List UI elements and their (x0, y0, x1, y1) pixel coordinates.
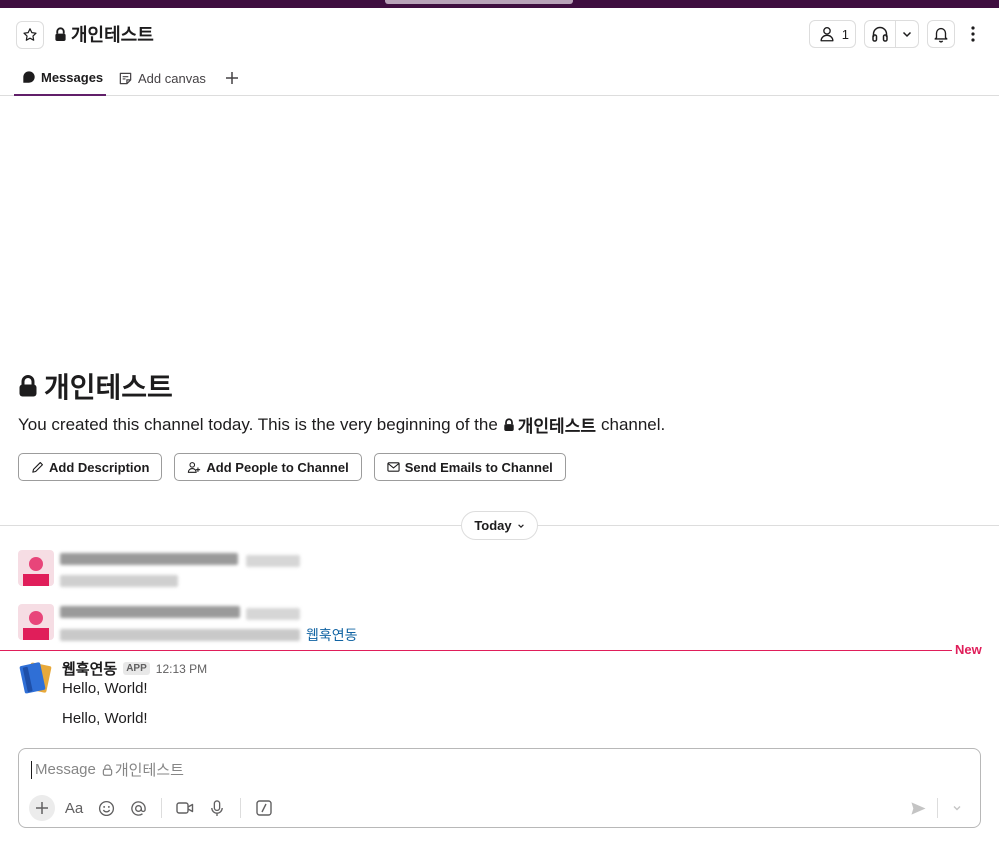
chevron-down-icon (953, 806, 961, 811)
plus-icon (226, 72, 238, 84)
mention-button[interactable] (125, 795, 151, 821)
day-divider-button[interactable]: Today (461, 511, 538, 540)
new-messages-label: New (955, 642, 982, 657)
microphone-icon (211, 799, 223, 816)
channel-title[interactable]: 개인테스트 (54, 22, 154, 46)
message-bubble-icon (23, 71, 35, 83)
composer-toolbar: Aa (29, 795, 277, 821)
channel-intro: 개인테스트 You created this channel today. Th… (18, 368, 665, 481)
intro-title: 개인테스트 (18, 368, 665, 404)
headphones-icon (872, 26, 888, 42)
channel-tabs: Messages Add canvas (0, 60, 999, 96)
add-description-button[interactable]: Add Description (18, 453, 163, 481)
book-app-icon (19, 662, 52, 694)
channel-header: 개인테스트 1 (0, 8, 999, 60)
blurred-avatar-icon (18, 604, 54, 640)
add-people-button[interactable]: Add People to Channel (174, 453, 362, 481)
tab-add-canvas[interactable]: Add canvas (118, 60, 206, 96)
app-badge: APP (123, 662, 150, 675)
send-icon (910, 801, 926, 815)
avatar[interactable] (18, 660, 54, 696)
new-messages-divider (0, 650, 952, 651)
formatting-icon: Aa (64, 799, 84, 817)
intro-channel-mention[interactable]: 개인테스트 (503, 412, 596, 437)
chevron-down-icon (517, 523, 524, 528)
more-options-button[interactable] (963, 20, 983, 48)
audio-clip-button[interactable] (204, 795, 230, 821)
notifications-button[interactable] (927, 20, 955, 48)
star-channel-button[interactable] (16, 21, 44, 49)
intro-channel-name: 개인테스트 (44, 372, 173, 403)
window-top-bar (0, 0, 999, 8)
person-icon (820, 27, 834, 42)
send-emails-button[interactable]: Send Emails to Channel (373, 453, 566, 481)
text-caret (31, 760, 32, 779)
bell-icon (934, 27, 948, 43)
video-icon (176, 802, 194, 814)
message-composer: Message 개인테스트 Aa (18, 748, 981, 828)
lock-icon (19, 375, 37, 397)
add-tab-button[interactable] (222, 60, 242, 96)
lock-icon (504, 417, 514, 431)
message-text: Hello, World! (62, 710, 148, 727)
message-text: Hello, World! (62, 680, 148, 697)
emoji-button[interactable] (93, 795, 119, 821)
blurred-link[interactable]: 웹훅연동 (306, 625, 358, 645)
emoji-icon (98, 800, 114, 816)
member-count: 1 (841, 26, 849, 42)
canvas-icon (119, 72, 132, 84)
chevron-down-icon (902, 31, 912, 38)
avatar (18, 604, 54, 640)
blurred-avatar-icon (18, 550, 54, 586)
message-input[interactable]: Message 개인테스트 (31, 759, 184, 780)
plus-icon (36, 802, 48, 814)
members-button[interactable]: 1 (808, 20, 856, 48)
huddle-button-group (864, 20, 919, 48)
slash-command-button[interactable] (251, 795, 277, 821)
tab-label: Messages (41, 69, 104, 85)
sender-name[interactable]: 웹훅연동 (62, 658, 117, 679)
kebab-menu-icon (971, 26, 975, 42)
tab-messages[interactable]: Messages (14, 60, 106, 96)
huddle-button[interactable] (865, 21, 895, 47)
send-controls (905, 795, 970, 821)
add-person-icon (188, 461, 201, 473)
pencil-icon (32, 461, 43, 473)
star-icon (23, 28, 37, 41)
top-scroll-indicator (385, 0, 573, 4)
send-button[interactable] (905, 795, 931, 821)
lock-icon (102, 763, 113, 776)
attach-button[interactable] (29, 795, 55, 821)
lock-icon (55, 26, 66, 41)
intro-description: You created this channel today. This is … (18, 412, 665, 437)
intro-actions: Add Description Add People to Channel Se… (18, 453, 566, 481)
message-timestamp[interactable]: 12:13 PM (156, 662, 207, 676)
formatting-button[interactable]: Aa (61, 795, 87, 821)
video-button[interactable] (172, 795, 198, 821)
channel-name: 개인테스트 (71, 25, 154, 45)
schedule-send-button[interactable] (944, 795, 970, 821)
avatar (18, 550, 54, 586)
huddle-options-button[interactable] (896, 21, 918, 47)
mention-icon (130, 800, 146, 816)
email-icon (387, 462, 400, 472)
tab-label: Add canvas (138, 70, 206, 86)
slash-command-icon (256, 800, 272, 816)
